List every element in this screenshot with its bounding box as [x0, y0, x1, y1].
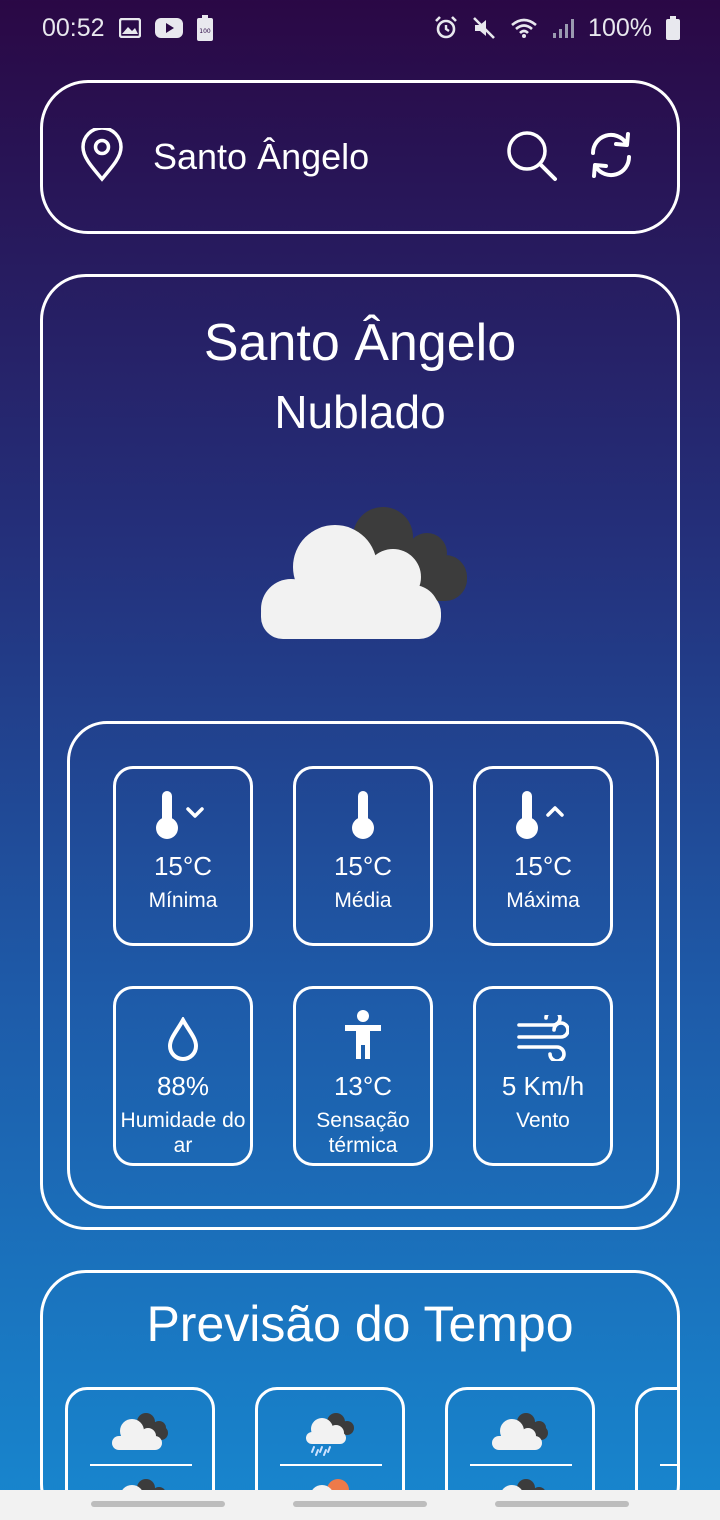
feels-like-tile: 13°C Sensação térmica — [293, 986, 433, 1166]
person-icon — [341, 1005, 385, 1061]
weather-details-panel: 15°C Mínima 15°C Média 15°C Máxima 88% H… — [67, 721, 659, 1209]
forecast-separator — [280, 1464, 382, 1466]
humidity-value: 88% — [156, 1071, 210, 1101]
nav-recents-button[interactable] — [91, 1501, 225, 1507]
max-temp-value: 15°C — [513, 851, 573, 881]
wind-tile: 5 Km/h Vento — [473, 986, 613, 1166]
humidity-label: Humidade do ar — [120, 1109, 246, 1157]
location-text[interactable]: Santo Ângelo — [153, 136, 481, 178]
signal-icon — [552, 17, 575, 39]
map-pin-icon — [79, 125, 125, 187]
current-weather-card: Santo Ângelo Nublado 15°C Mínima 15°C Mé… — [40, 274, 680, 1230]
refresh-icon — [585, 129, 637, 186]
youtube-icon — [154, 18, 183, 38]
avg-temp-value: 15°C — [333, 851, 393, 881]
forecast-separator — [90, 1464, 192, 1466]
navigation-bar — [0, 1490, 720, 1520]
forecast-card: Previsão do Tempo — [40, 1270, 680, 1520]
min-temp-value: 15°C — [153, 851, 213, 881]
weather-condition: Nublado — [274, 386, 446, 438]
avg-temp-tile: 15°C Média — [293, 766, 433, 946]
min-temp-label: Mínima — [148, 889, 218, 912]
thermometer-low-icon — [155, 785, 211, 841]
mute-icon — [472, 16, 496, 40]
wifi-icon — [510, 17, 538, 39]
refresh-button[interactable] — [581, 127, 641, 187]
humidity-tile: 88% Humidade do ar — [113, 986, 253, 1166]
status-bar: 00:52 100 100% — [0, 0, 720, 56]
nav-back-button[interactable] — [495, 1501, 629, 1507]
forecast-separator — [660, 1464, 677, 1466]
gallery-icon — [118, 18, 141, 38]
forecast-title: Previsão do Tempo — [146, 1296, 574, 1352]
search-bar: Santo Ângelo — [40, 80, 680, 234]
alarm-icon — [434, 16, 458, 40]
min-temp-tile: 15°C Mínima — [113, 766, 253, 946]
status-time: 00:52 — [42, 13, 105, 42]
max-temp-tile: 15°C Máxima — [473, 766, 613, 946]
status-left: 00:52 100 — [42, 14, 213, 43]
avg-temp-label: Média — [334, 889, 392, 912]
search-button[interactable] — [501, 127, 561, 187]
battery-saver-icon: 100 — [196, 15, 213, 41]
cloudy-icon — [110, 1412, 170, 1457]
svg-text:100: 100 — [199, 28, 211, 35]
max-temp-label: Máxima — [506, 889, 580, 912]
cloudy-icon — [257, 505, 469, 644]
wind-icon — [517, 1005, 569, 1061]
rain-icon — [300, 1412, 360, 1461]
wind-label: Vento — [516, 1109, 570, 1132]
search-icon — [504, 128, 558, 187]
feels-like-value: 13°C — [333, 1071, 393, 1101]
droplet-icon — [166, 1005, 200, 1061]
thermometer-high-icon — [515, 785, 571, 841]
wind-value: 5 Km/h — [501, 1071, 585, 1101]
forecast-separator — [470, 1464, 572, 1466]
status-right: 100% — [434, 14, 680, 43]
battery-percent: 100% — [588, 13, 652, 42]
feels-like-label: Sensação térmica — [316, 1109, 410, 1157]
city-name: Santo Ângelo — [203, 314, 517, 372]
cloudy-icon — [490, 1412, 550, 1457]
nav-home-button[interactable] — [293, 1501, 427, 1507]
battery-icon — [666, 16, 680, 40]
thermometer-icon — [348, 785, 378, 841]
